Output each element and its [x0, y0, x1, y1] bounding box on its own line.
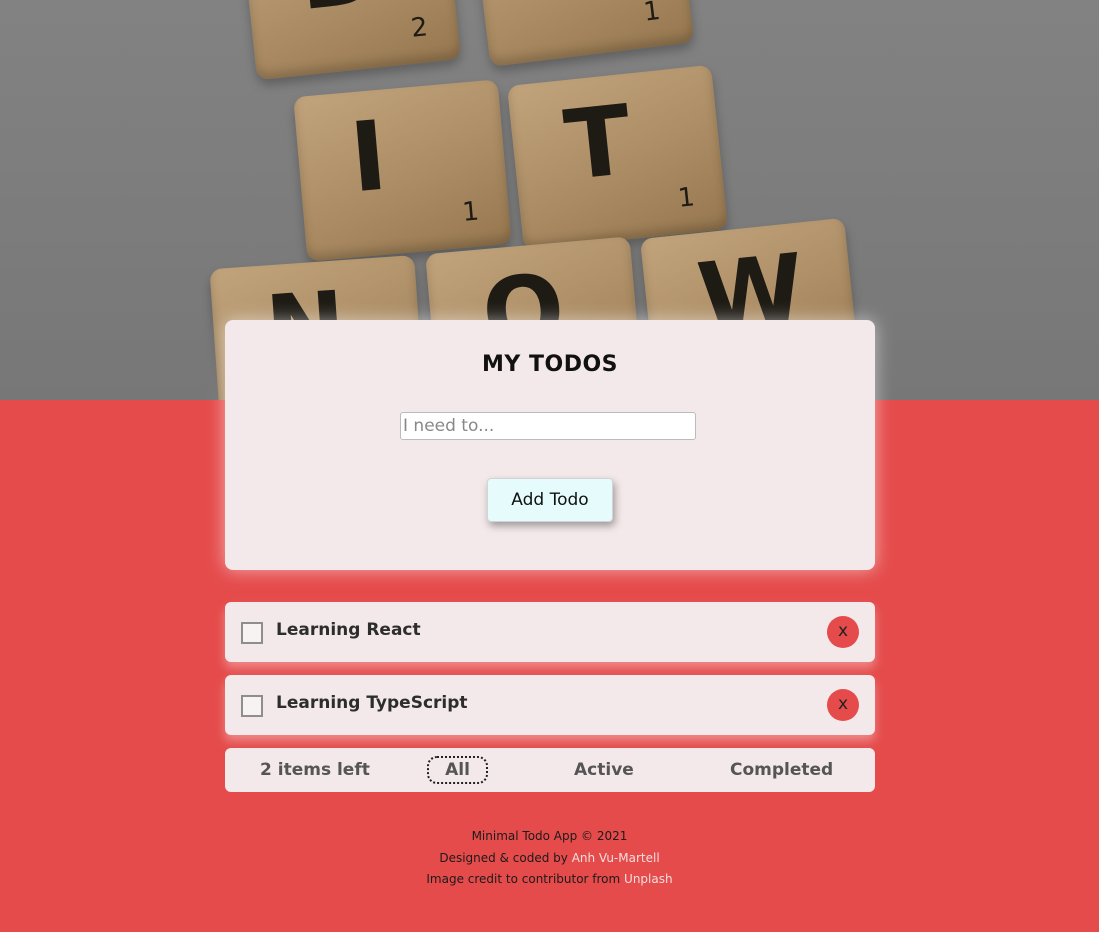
- credits: Minimal Todo App © 2021 Designed & coded…: [0, 826, 1099, 891]
- page-title: MY TODOS: [482, 352, 618, 377]
- designer-credit: Designed & coded by Anh Vu-Martell: [439, 850, 660, 865]
- copyright: Minimal Todo App © 2021: [471, 829, 628, 843]
- filter-all[interactable]: All: [427, 756, 488, 784]
- scrabble-tile: D2: [239, 0, 462, 81]
- filter-active[interactable]: Active: [574, 760, 634, 780]
- todo-item: Learning React x: [225, 602, 875, 662]
- delete-todo-button[interactable]: x: [827, 616, 859, 648]
- filter-bar: 2 items left All Active Completed: [225, 748, 875, 792]
- todo-text: Learning TypeScript: [276, 693, 468, 713]
- todo-checkbox[interactable]: [241, 695, 263, 717]
- image-credit: Image credit to contributor from Unplash: [426, 872, 673, 886]
- todo-input[interactable]: [400, 412, 696, 440]
- delete-todo-button[interactable]: x: [827, 689, 859, 721]
- scrabble-tile: T1: [506, 64, 729, 251]
- items-left-count: 2 items left: [260, 760, 370, 780]
- scrabble-tile: I1: [293, 79, 512, 262]
- todo-item: Learning TypeScript x: [225, 675, 875, 735]
- todo-checkbox[interactable]: [241, 622, 263, 644]
- scrabble-tile: O1: [470, 0, 695, 67]
- filter-completed[interactable]: Completed: [730, 760, 833, 780]
- todo-form-card: MY TODOS Add Todo: [225, 320, 875, 570]
- unsplash-link[interactable]: Unplash: [624, 872, 673, 886]
- add-todo-button[interactable]: Add Todo: [487, 478, 613, 522]
- todo-text: Learning React: [276, 620, 421, 640]
- author-link[interactable]: Anh Vu-Martell: [572, 851, 660, 865]
